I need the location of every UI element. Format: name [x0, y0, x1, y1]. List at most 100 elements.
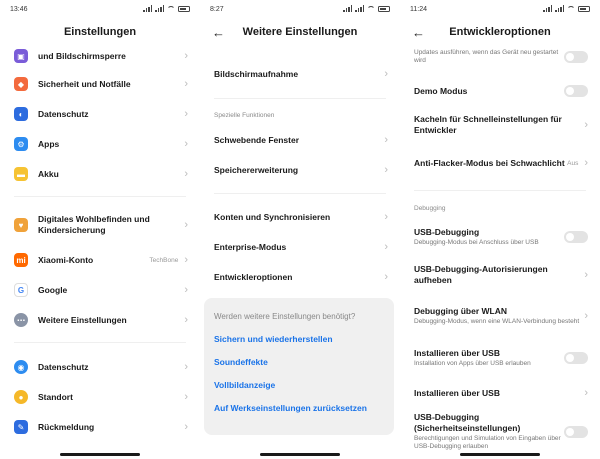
- settings-item-more-settings[interactable]: ⋯ Weitere Einstellungen ›: [0, 308, 200, 332]
- suggestions-card: Werden weitere Einstellungen benötigt? S…: [204, 298, 394, 435]
- link-sound-effects[interactable]: Soundeffekte: [214, 357, 384, 367]
- settings-item-developer-options[interactable]: Entwickleroptionen ›: [200, 265, 400, 289]
- settings-item-google[interactable]: G Google ›: [0, 278, 200, 302]
- chevron-right-icon: ›: [184, 219, 188, 231]
- settings-item-label: Sicherheit und Notfälle: [38, 78, 131, 89]
- chevron-right-icon: ›: [384, 211, 388, 223]
- chevron-right-icon: ›: [184, 421, 188, 433]
- status-icons: [343, 5, 390, 12]
- status-bar: 8:27: [200, 0, 400, 18]
- settings-item-text: Installieren über USB Installation von Ap…: [414, 348, 564, 368]
- battery-settings-icon: ▬: [14, 167, 28, 181]
- wifi-icon: [367, 5, 375, 12]
- settings-item-text: Debugging über WLAN Debugging-Modus, wenn…: [414, 306, 584, 326]
- settings-item-label: USB-Debugging: [414, 227, 480, 237]
- settings-item-memory-extension[interactable]: Speichererweiterung ›: [200, 158, 400, 182]
- chevron-right-icon: ›: [184, 78, 188, 90]
- usb-debugging-toggle[interactable]: [564, 231, 588, 243]
- demo-mode-toggle[interactable]: [564, 85, 588, 97]
- home-indicator[interactable]: [260, 453, 340, 456]
- settings-item-security[interactable]: ◆ Sicherheit und Notfälle ›: [0, 72, 200, 96]
- settings-item-label: Enterprise-Modus: [214, 241, 287, 252]
- settings-item-sub: Installation von Apps über USB erlauben: [414, 360, 531, 367]
- chevron-right-icon: ›: [384, 241, 388, 253]
- shield-icon: ◆: [14, 77, 28, 91]
- settings-item-privacy-2[interactable]: ◉ Datenschutz ›: [0, 355, 200, 379]
- settings-item-label: Weitere Einstellungen: [38, 314, 127, 325]
- settings-item-lockscreen[interactable]: ▣ und Bildschirmsperre ›: [0, 44, 200, 68]
- install-usb-toggle[interactable]: [564, 352, 588, 364]
- divider: [214, 193, 386, 194]
- settings-item-feedback[interactable]: ✎ Rückmeldung ›: [0, 415, 200, 439]
- settings-item-privacy[interactable]: ◐ Datenschutz ›: [0, 102, 200, 126]
- settings-item-auto-update[interactable]: Updates ausführen, wenn das Gerät neu ge…: [400, 44, 600, 70]
- usb-debugging-security-toggle[interactable]: [564, 426, 588, 438]
- chevron-right-icon: ›: [184, 108, 188, 120]
- section-label: Debugging: [414, 205, 446, 212]
- signal-icon: [555, 5, 564, 12]
- settings-item-revoke-usb-auth[interactable]: USB-Debugging-Autorisierungen aufheben ›: [400, 260, 600, 290]
- settings-item-usb-debugging[interactable]: USB-Debugging Debugging-Modus bei Anschlu…: [400, 222, 600, 252]
- divider: [14, 342, 186, 343]
- settings-item-enterprise-mode[interactable]: Enterprise-Modus ›: [200, 235, 400, 259]
- divider: [414, 190, 586, 191]
- chevron-right-icon: ›: [584, 387, 588, 399]
- divider: [214, 98, 386, 99]
- settings-item-install-usb-2[interactable]: Installieren über USB ›: [400, 382, 600, 404]
- setting-description: Updates ausführen, wenn das Gerät neu ge…: [414, 49, 559, 64]
- settings-item-label: Standort: [38, 391, 73, 402]
- settings-item-floating-windows[interactable]: Schwebende Fenster ›: [200, 128, 400, 152]
- settings-item-sub: Debugging-Modus bei Anschluss über USB: [414, 239, 539, 246]
- home-indicator[interactable]: [60, 453, 140, 456]
- settings-item-quick-tiles[interactable]: Kacheln für Schnelleinstellungen für Ent…: [400, 110, 600, 140]
- link-backup-restore[interactable]: Sichern und wiederherstellen: [214, 334, 384, 344]
- settings-item-label: Anti-Flacker-Modus bei Schwachlicht: [414, 157, 565, 168]
- settings-item-anti-flicker[interactable]: Anti-Flacker-Modus bei Schwachlicht Aus …: [400, 148, 600, 178]
- chevron-right-icon: ›: [384, 164, 388, 176]
- status-icons: [543, 5, 590, 12]
- settings-item-label: Kacheln für Schnelleinstellungen für Ent…: [414, 114, 562, 135]
- chevron-right-icon: ›: [184, 50, 188, 62]
- wifi-icon: [567, 5, 575, 12]
- anti-flicker-value: Aus: [567, 159, 579, 167]
- signal-icon: [155, 5, 164, 12]
- signal-icon: [143, 5, 152, 12]
- feedback-icon: ✎: [14, 420, 28, 434]
- settings-item-install-usb[interactable]: Installieren über USB Installation von Ap…: [400, 343, 600, 373]
- location-icon: ●: [14, 390, 28, 404]
- wifi-icon: [167, 5, 175, 12]
- chevron-right-icon: ›: [584, 119, 588, 131]
- status-time: 11:24: [410, 6, 427, 13]
- settings-item-label: Digitales Wohlbefinden und Kindersicheru…: [38, 214, 150, 235]
- privacy-icon: ◐: [14, 107, 28, 121]
- settings-item-label: Installieren über USB: [414, 387, 500, 398]
- settings-item-accounts-sync[interactable]: Konten und Synchronisieren ›: [200, 205, 400, 229]
- settings-item-usb-debugging-security[interactable]: USB-Debugging (Sicherheitseinstellungen)…: [400, 412, 600, 456]
- settings-item-wellbeing[interactable]: ♥ Digitales Wohlbefinden und Kindersiche…: [0, 210, 200, 240]
- settings-panel: 13:46 Einstellungen ▣ und Bildschirmsper…: [0, 0, 200, 459]
- settings-item-demo-mode[interactable]: Demo Modus: [400, 80, 600, 102]
- settings-item-apps[interactable]: ⚙ Apps ›: [0, 132, 200, 156]
- settings-item-label: Rückmeldung: [38, 421, 95, 432]
- chevron-right-icon: ›: [384, 271, 388, 283]
- link-fullscreen-display[interactable]: Vollbildanzeige: [214, 380, 384, 390]
- settings-item-label: Apps: [38, 138, 60, 149]
- auto-update-toggle[interactable]: [564, 51, 588, 63]
- settings-item-battery[interactable]: ▬ Akku ›: [0, 162, 200, 186]
- home-indicator[interactable]: [460, 453, 540, 456]
- settings-item-label: Google: [38, 284, 68, 295]
- chevron-right-icon: ›: [384, 68, 388, 80]
- link-factory-reset[interactable]: Auf Werkseinstellungen zurücksetzen: [214, 403, 384, 413]
- settings-item-label: Installieren über USB: [414, 348, 500, 358]
- settings-item-wlan-debugging[interactable]: Debugging über WLAN Debugging-Modus, wenn…: [400, 298, 600, 334]
- chevron-right-icon: ›: [184, 138, 188, 150]
- chevron-right-icon: ›: [584, 269, 588, 281]
- divider: [14, 196, 186, 197]
- status-bar: 11:24: [400, 0, 600, 18]
- settings-item-screen-recording[interactable]: Bildschirmaufnahme ›: [200, 62, 400, 86]
- settings-item-location[interactable]: ● Standort ›: [0, 385, 200, 409]
- suggestions-question: Werden weitere Einstellungen benötigt?: [214, 312, 356, 321]
- settings-item-xiaomi-account[interactable]: mi Xiaomi-Konto TechBone ›: [0, 248, 200, 272]
- chevron-right-icon: ›: [184, 284, 188, 296]
- more-settings-panel: 8:27 ← Weitere Einstellungen Bildschirma…: [200, 0, 400, 459]
